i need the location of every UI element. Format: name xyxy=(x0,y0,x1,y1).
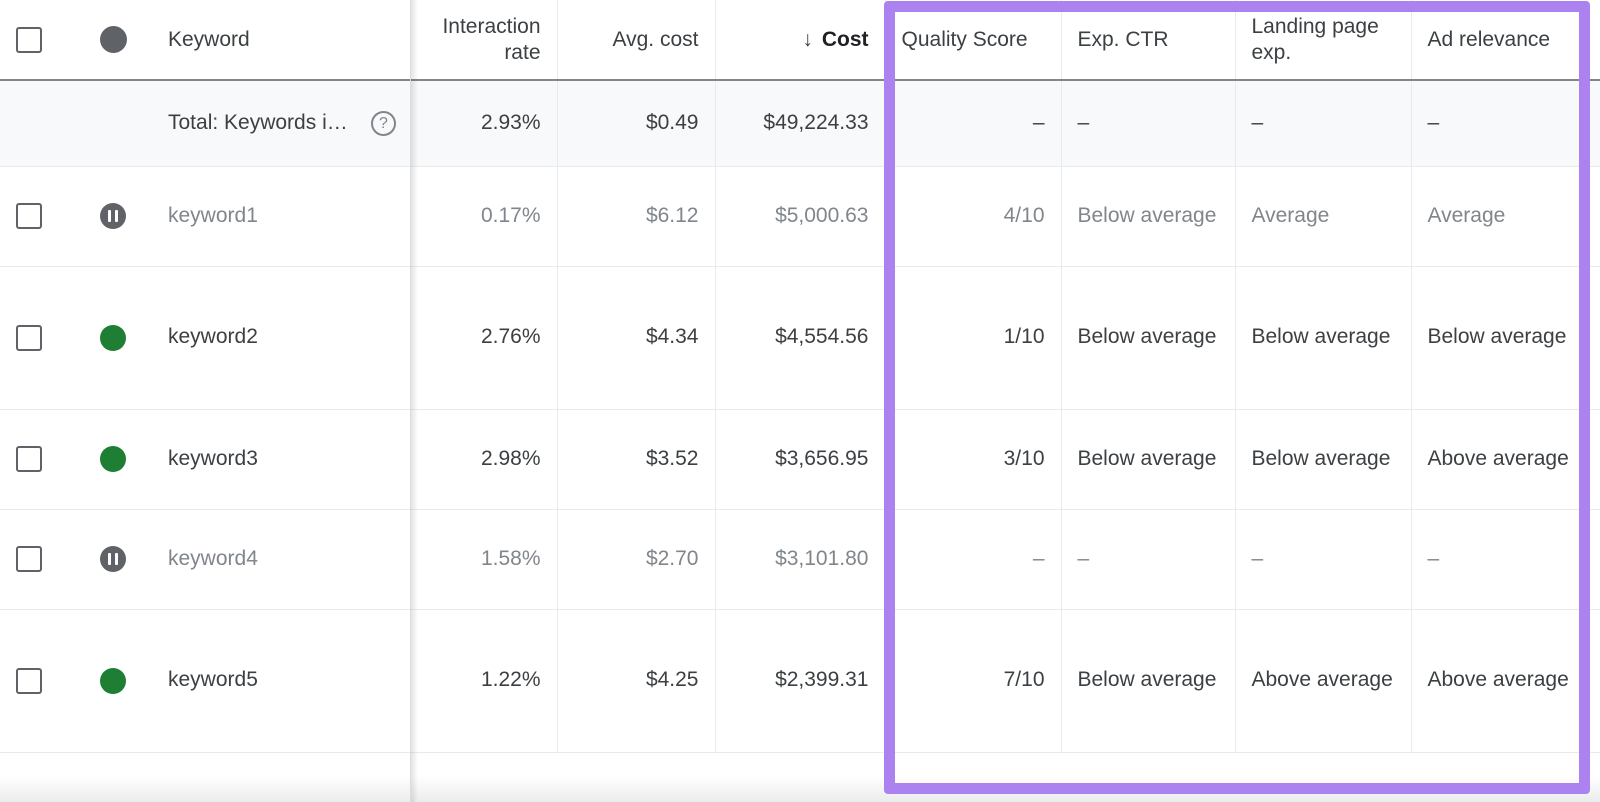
column-header-avg-cost[interactable]: Avg. cost xyxy=(557,0,716,81)
total-row-checkbox-cell xyxy=(0,80,58,167)
select-all-header[interactable] xyxy=(0,0,58,81)
enabled-dot-icon[interactable] xyxy=(100,324,126,351)
column-header-cost-label: Cost xyxy=(821,27,869,51)
row-checkbox-cell[interactable] xyxy=(0,409,58,510)
column-header-interaction-rate[interactable]: Interaction rate xyxy=(412,0,558,81)
row-keyword[interactable]: keyword1 xyxy=(168,166,412,267)
row-interaction-rate: 1.58% xyxy=(412,509,558,610)
table-row[interactable]: keyword5 1.22% $4.25 $2,399.31 7/10 Belo… xyxy=(0,609,1600,753)
row-exp-ctr: Below average xyxy=(1061,609,1236,753)
table-body: Total: Keywords in your curren… ? 2.93% … xyxy=(0,80,1600,753)
row-checkbox-icon[interactable] xyxy=(16,446,42,472)
status-header[interactable] xyxy=(58,0,168,81)
row-cost: $4,554.56 xyxy=(715,266,886,410)
status-filter-dot-icon[interactable] xyxy=(99,26,127,53)
row-quality-score: 7/10 xyxy=(885,609,1062,753)
select-all-checkbox-icon[interactable] xyxy=(16,26,42,53)
row-interaction-rate: 1.22% xyxy=(412,609,558,753)
row-landing-page-exp: Average xyxy=(1235,166,1412,267)
row-avg-cost: $2.70 xyxy=(557,509,716,610)
row-checkbox-icon[interactable] xyxy=(16,324,42,351)
row-keyword[interactable]: keyword2 xyxy=(168,266,412,410)
help-circle-icon[interactable]: ? xyxy=(371,110,396,136)
sort-descending-arrow-icon: ↓ xyxy=(802,27,813,51)
row-checkbox-cell[interactable] xyxy=(0,509,58,610)
total-ad-relevance: – xyxy=(1411,80,1600,167)
row-cost: $3,656.95 xyxy=(715,409,886,510)
row-status-cell[interactable] xyxy=(58,609,168,753)
column-header-quality-score[interactable]: Quality Score xyxy=(885,0,1062,81)
row-status-cell[interactable] xyxy=(58,409,168,510)
row-keyword[interactable]: keyword3 xyxy=(168,409,412,510)
header-row: Keyword Interaction rate Avg. cost ↓ Cost… xyxy=(0,0,1600,81)
row-checkbox-icon[interactable] xyxy=(16,203,42,229)
row-quality-score: – xyxy=(885,509,1062,610)
row-interaction-rate: 2.98% xyxy=(412,409,558,510)
row-landing-page-exp: Below average xyxy=(1235,266,1412,410)
row-quality-score: 1/10 xyxy=(885,266,1062,410)
total-cost: $49,224.33 xyxy=(715,80,886,167)
row-landing-page-exp: Above average xyxy=(1235,609,1412,753)
row-keyword[interactable]: keyword4 xyxy=(168,509,412,610)
row-ad-relevance: Above average xyxy=(1411,409,1600,510)
total-row: Total: Keywords in your curren… ? 2.93% … xyxy=(0,80,1600,167)
row-exp-ctr: Below average xyxy=(1061,166,1236,267)
total-landing-page-exp: – xyxy=(1235,80,1412,167)
total-avg-cost: $0.49 xyxy=(557,80,716,167)
pause-circle-icon[interactable] xyxy=(100,203,126,229)
column-header-exp-ctr[interactable]: Exp. CTR xyxy=(1061,0,1236,81)
column-header-ad-relevance[interactable]: Ad relevance xyxy=(1411,0,1600,81)
keywords-table-container: Keyword Interaction rate Avg. cost ↓ Cost… xyxy=(0,0,1600,802)
row-exp-ctr: Below average xyxy=(1061,266,1236,410)
row-avg-cost: $4.25 xyxy=(557,609,716,753)
row-exp-ctr: Below average xyxy=(1061,409,1236,510)
total-row-label: Total: Keywords in your curren… xyxy=(168,111,357,135)
row-keyword[interactable]: keyword5 xyxy=(168,609,412,753)
scroll-bottom-fade xyxy=(0,776,1600,802)
row-ad-relevance: Below average xyxy=(1411,266,1600,410)
table-row[interactable]: keyword3 2.98% $3.52 $3,656.95 3/10 Belo… xyxy=(0,409,1600,510)
row-quality-score: 4/10 xyxy=(885,166,1062,267)
column-header-cost[interactable]: ↓ Cost xyxy=(715,0,886,81)
enabled-dot-icon[interactable] xyxy=(100,667,126,694)
total-row-label-cell: Total: Keywords in your curren… ? xyxy=(168,80,412,167)
total-exp-ctr: – xyxy=(1061,80,1236,167)
column-header-landing-page-exp[interactable]: Landing page exp. xyxy=(1235,0,1412,81)
row-checkbox-icon[interactable] xyxy=(16,546,42,572)
row-avg-cost: $4.34 xyxy=(557,266,716,410)
table-row[interactable]: keyword4 1.58% $2.70 $3,101.80 – – – – xyxy=(0,509,1600,610)
row-quality-score: 3/10 xyxy=(885,409,1062,510)
row-ad-relevance: Average xyxy=(1411,166,1600,267)
row-exp-ctr: – xyxy=(1061,509,1236,610)
enabled-dot-icon[interactable] xyxy=(100,446,126,472)
keywords-table: Keyword Interaction rate Avg. cost ↓ Cost… xyxy=(0,0,1600,753)
row-checkbox-icon[interactable] xyxy=(16,667,42,694)
column-header-keyword[interactable]: Keyword xyxy=(168,0,412,81)
row-checkbox-cell[interactable] xyxy=(0,166,58,267)
table-header: Keyword Interaction rate Avg. cost ↓ Cost… xyxy=(0,0,1600,81)
row-status-cell[interactable] xyxy=(58,166,168,267)
row-avg-cost: $3.52 xyxy=(557,409,716,510)
total-row-status-cell xyxy=(58,80,168,167)
row-landing-page-exp: Below average xyxy=(1235,409,1412,510)
total-quality-score: – xyxy=(885,80,1062,167)
row-checkbox-cell[interactable] xyxy=(0,609,58,753)
row-status-cell[interactable] xyxy=(58,266,168,410)
table-row[interactable]: keyword1 0.17% $6.12 $5,000.63 4/10 Belo… xyxy=(0,166,1600,267)
row-landing-page-exp: – xyxy=(1235,509,1412,610)
row-cost: $3,101.80 xyxy=(715,509,886,610)
row-ad-relevance: Above average xyxy=(1411,609,1600,753)
row-interaction-rate: 0.17% xyxy=(412,166,558,267)
row-checkbox-cell[interactable] xyxy=(0,266,58,410)
row-avg-cost: $6.12 xyxy=(557,166,716,267)
row-status-cell[interactable] xyxy=(58,509,168,610)
row-interaction-rate: 2.76% xyxy=(412,266,558,410)
row-cost: $2,399.31 xyxy=(715,609,886,753)
total-interaction-rate: 2.93% xyxy=(412,80,558,167)
row-ad-relevance: – xyxy=(1411,509,1600,610)
table-row[interactable]: keyword2 2.76% $4.34 $4,554.56 1/10 Belo… xyxy=(0,266,1600,410)
row-cost: $5,000.63 xyxy=(715,166,886,267)
pause-circle-icon[interactable] xyxy=(100,546,126,572)
